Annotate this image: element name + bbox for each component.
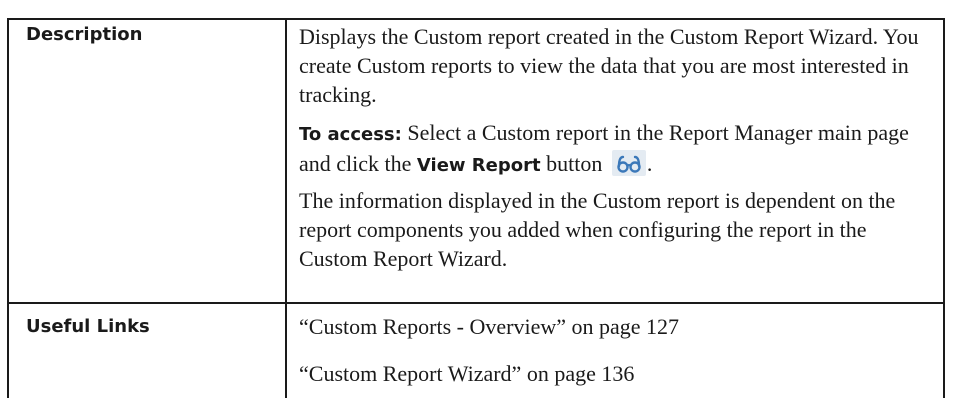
column-divider	[285, 20, 287, 398]
link-custom-reports-overview[interactable]: “Custom Reports - Overview” on page 127	[299, 312, 939, 341]
access-paragraph: To access: Select a Custom report in the…	[299, 118, 939, 180]
link-custom-report-wizard[interactable]: “Custom Report Wizard” on page 136	[299, 359, 939, 388]
description-paragraph: Displays the Custom report created in th…	[299, 24, 919, 107]
info-table: Description Displays the Custom report c…	[7, 18, 945, 398]
glasses-icon	[611, 150, 646, 176]
row-divider	[9, 302, 943, 304]
useful-links-heading: Useful Links	[26, 316, 150, 337]
access-period: .	[646, 151, 653, 176]
info-paragraph: The information displayed in the Custom …	[299, 188, 896, 271]
access-label: To access:	[299, 124, 402, 145]
access-text-button: button	[540, 151, 608, 176]
view-report-label: View Report	[416, 155, 541, 176]
description-heading: Description	[26, 24, 143, 45]
